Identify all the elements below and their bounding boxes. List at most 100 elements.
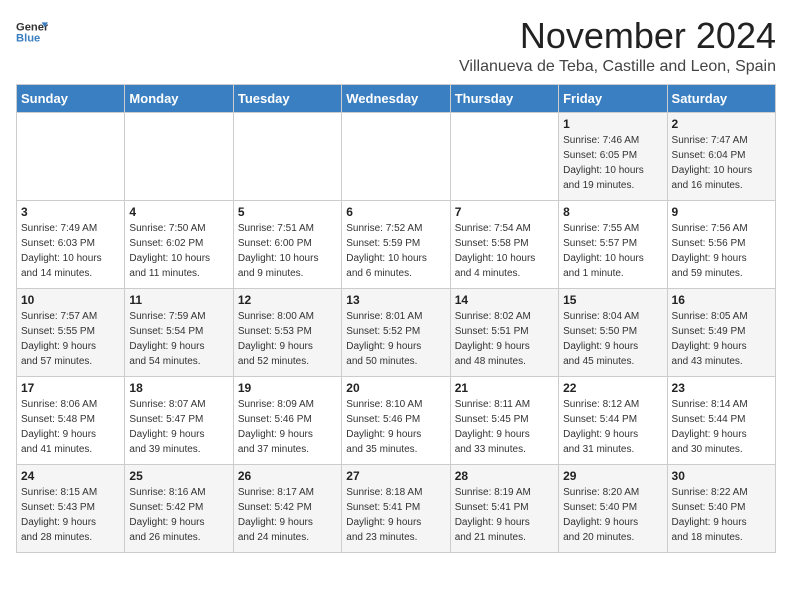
calendar-cell: 3Sunrise: 7:49 AM Sunset: 6:03 PM Daylig… [17, 200, 125, 288]
calendar-cell: 9 Sunrise: 7:56 AM Sunset: 5:56 PM Daylig… [667, 200, 775, 288]
weekday-header-tuesday: Tuesday [233, 84, 341, 112]
weekday-header-thursday: Thursday [450, 84, 558, 112]
weekday-header-sunday: Sunday [17, 84, 125, 112]
calendar-cell: 13 Sunrise: 8:01 AM Sunset: 5:52 PM Dayli… [342, 288, 450, 376]
day-number: 27 [346, 469, 445, 483]
calendar-cell: 6 Sunrise: 7:52 AM Sunset: 5:59 PM Daylig… [342, 200, 450, 288]
calendar-cell: 22 Sunrise: 8:12 AM Sunset: 5:44 PM Dayli… [559, 376, 667, 464]
day-info: Sunrise: 8:06 AM Sunset: 5:48 PM Dayligh… [21, 397, 120, 457]
day-info: Sunrise: 8:01 AM Sunset: 5:52 PM Dayligh… [346, 309, 445, 369]
day-number: 28 [455, 469, 554, 483]
day-info: Sunrise: 8:19 AM Sunset: 5:41 PM Dayligh… [455, 485, 554, 545]
day-number: 18 [129, 381, 228, 395]
day-info: Sunrise: 8:07 AM Sunset: 5:47 PM Dayligh… [129, 397, 228, 457]
calendar-cell: 16Sunrise: 8:05 AM Sunset: 5:49 PM Dayli… [667, 288, 775, 376]
day-info: Sunrise: 8:11 AM Sunset: 5:45 PM Dayligh… [455, 397, 554, 457]
svg-text:Blue: Blue [16, 33, 40, 45]
calendar-cell: 17 Sunrise: 8:06 AM Sunset: 5:48 PM Dayli… [17, 376, 125, 464]
calendar-cell [233, 112, 341, 200]
calendar-cell: 1Sunrise: 7:46 AM Sunset: 6:05 PM Daylig… [559, 112, 667, 200]
day-number: 6 [346, 205, 445, 219]
week-row-3: 10 Sunrise: 7:57 AM Sunset: 5:55 PM Dayli… [17, 288, 776, 376]
day-number: 12 [238, 293, 337, 307]
calendar-cell [17, 112, 125, 200]
day-number: 23 [672, 381, 771, 395]
calendar-cell: 18 Sunrise: 8:07 AM Sunset: 5:47 PM Dayli… [125, 376, 233, 464]
calendar-cell [450, 112, 558, 200]
day-info: Sunrise: 7:56 AM Sunset: 5:56 PM Dayligh… [672, 221, 771, 281]
day-info: Sunrise: 7:49 AM Sunset: 6:03 PM Dayligh… [21, 221, 120, 281]
calendar-cell: 11 Sunrise: 7:59 AM Sunset: 5:54 PM Dayli… [125, 288, 233, 376]
day-info: Sunrise: 8:17 AM Sunset: 5:42 PM Dayligh… [238, 485, 337, 545]
header: General Blue November 2024 Villanueva de… [16, 16, 776, 76]
day-number: 14 [455, 293, 554, 307]
week-row-2: 3Sunrise: 7:49 AM Sunset: 6:03 PM Daylig… [17, 200, 776, 288]
day-info: Sunrise: 8:09 AM Sunset: 5:46 PM Dayligh… [238, 397, 337, 457]
day-info: Sunrise: 7:52 AM Sunset: 5:59 PM Dayligh… [346, 221, 445, 281]
day-info: Sunrise: 8:04 AM Sunset: 5:50 PM Dayligh… [563, 309, 662, 369]
calendar-cell: 12 Sunrise: 8:00 AM Sunset: 5:53 PM Dayli… [233, 288, 341, 376]
day-info: Sunrise: 8:02 AM Sunset: 5:51 PM Dayligh… [455, 309, 554, 369]
day-info: Sunrise: 7:50 AM Sunset: 6:02 PM Dayligh… [129, 221, 228, 281]
day-info: Sunrise: 7:54 AM Sunset: 5:58 PM Dayligh… [455, 221, 554, 281]
calendar-cell: 14 Sunrise: 8:02 AM Sunset: 5:51 PM Dayli… [450, 288, 558, 376]
calendar-table: SundayMondayTuesdayWednesdayThursdayFrid… [16, 84, 776, 553]
day-info: Sunrise: 8:00 AM Sunset: 5:53 PM Dayligh… [238, 309, 337, 369]
day-number: 11 [129, 293, 228, 307]
calendar-cell: 8 Sunrise: 7:55 AM Sunset: 5:57 PM Daylig… [559, 200, 667, 288]
day-number: 22 [563, 381, 662, 395]
day-number: 15 [563, 293, 662, 307]
day-info: Sunrise: 7:51 AM Sunset: 6:00 PM Dayligh… [238, 221, 337, 281]
calendar-cell: 10 Sunrise: 7:57 AM Sunset: 5:55 PM Dayli… [17, 288, 125, 376]
day-info: Sunrise: 7:57 AM Sunset: 5:55 PM Dayligh… [21, 309, 120, 369]
day-number: 29 [563, 469, 662, 483]
day-info: Sunrise: 8:16 AM Sunset: 5:42 PM Dayligh… [129, 485, 228, 545]
day-number: 17 [21, 381, 120, 395]
day-info: Sunrise: 8:12 AM Sunset: 5:44 PM Dayligh… [563, 397, 662, 457]
day-info: Sunrise: 8:14 AM Sunset: 5:44 PM Dayligh… [672, 397, 771, 457]
calendar-cell [342, 112, 450, 200]
day-info: Sunrise: 8:15 AM Sunset: 5:43 PM Dayligh… [21, 485, 120, 545]
day-info: Sunrise: 7:55 AM Sunset: 5:57 PM Dayligh… [563, 221, 662, 281]
calendar-cell: 24 Sunrise: 8:15 AM Sunset: 5:43 PM Dayli… [17, 464, 125, 552]
calendar-cell: 2 Sunrise: 7:47 AM Sunset: 6:04 PM Daylig… [667, 112, 775, 200]
calendar-cell [125, 112, 233, 200]
day-info: Sunrise: 8:22 AM Sunset: 5:40 PM Dayligh… [672, 485, 771, 545]
week-row-1: 1Sunrise: 7:46 AM Sunset: 6:05 PM Daylig… [17, 112, 776, 200]
calendar-cell: 27 Sunrise: 8:18 AM Sunset: 5:41 PM Dayli… [342, 464, 450, 552]
month-title: November 2024 [459, 16, 776, 56]
day-number: 19 [238, 381, 337, 395]
day-info: Sunrise: 7:47 AM Sunset: 6:04 PM Dayligh… [672, 133, 771, 193]
day-info: Sunrise: 8:20 AM Sunset: 5:40 PM Dayligh… [563, 485, 662, 545]
logo: General Blue [16, 16, 48, 48]
day-number: 7 [455, 205, 554, 219]
day-number: 21 [455, 381, 554, 395]
day-number: 9 [672, 205, 771, 219]
calendar-cell: 19 Sunrise: 8:09 AM Sunset: 5:46 PM Dayli… [233, 376, 341, 464]
week-row-5: 24 Sunrise: 8:15 AM Sunset: 5:43 PM Dayli… [17, 464, 776, 552]
day-number: 24 [21, 469, 120, 483]
calendar-cell: 7 Sunrise: 7:54 AM Sunset: 5:58 PM Daylig… [450, 200, 558, 288]
day-number: 25 [129, 469, 228, 483]
day-number: 10 [21, 293, 120, 307]
logo-icon: General Blue [16, 16, 48, 48]
day-info: Sunrise: 8:05 AM Sunset: 5:49 PM Dayligh… [672, 309, 771, 369]
day-number: 4 [129, 205, 228, 219]
calendar-cell: 20Sunrise: 8:10 AM Sunset: 5:46 PM Dayli… [342, 376, 450, 464]
title-block: November 2024 Villanueva de Teba, Castil… [459, 16, 776, 76]
weekday-header-row: SundayMondayTuesdayWednesdayThursdayFrid… [17, 84, 776, 112]
day-info: Sunrise: 8:10 AM Sunset: 5:46 PM Dayligh… [346, 397, 445, 457]
weekday-header-wednesday: Wednesday [342, 84, 450, 112]
day-number: 1 [563, 117, 662, 131]
location-title: Villanueva de Teba, Castille and Leon, S… [459, 58, 776, 76]
day-number: 5 [238, 205, 337, 219]
day-number: 13 [346, 293, 445, 307]
calendar-cell: 15 Sunrise: 8:04 AM Sunset: 5:50 PM Dayli… [559, 288, 667, 376]
day-info: Sunrise: 7:59 AM Sunset: 5:54 PM Dayligh… [129, 309, 228, 369]
calendar-cell: 30Sunrise: 8:22 AM Sunset: 5:40 PM Dayli… [667, 464, 775, 552]
day-info: Sunrise: 8:18 AM Sunset: 5:41 PM Dayligh… [346, 485, 445, 545]
week-row-4: 17 Sunrise: 8:06 AM Sunset: 5:48 PM Dayli… [17, 376, 776, 464]
calendar-cell: 29 Sunrise: 8:20 AM Sunset: 5:40 PM Dayli… [559, 464, 667, 552]
day-number: 8 [563, 205, 662, 219]
day-number: 2 [672, 117, 771, 131]
